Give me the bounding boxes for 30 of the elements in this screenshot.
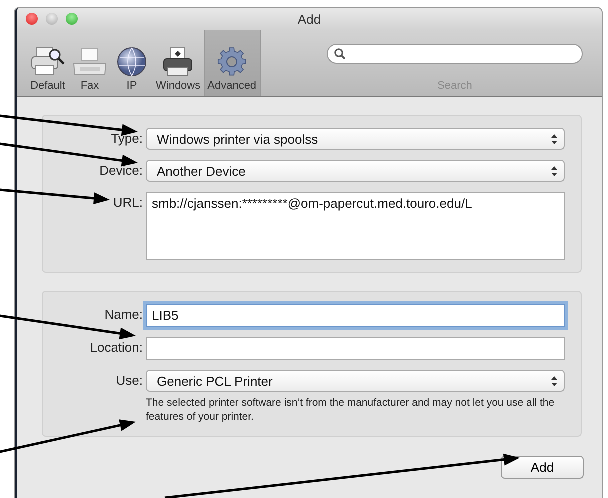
close-button[interactable] <box>26 13 38 25</box>
warning-text: The selected printer software isn’t from the manufacturer and may not let you use all the features of your printer. <box>146 396 556 424</box>
search-field[interactable] <box>327 44 583 64</box>
updown-icon <box>551 166 558 176</box>
minimize-button[interactable] <box>46 13 58 25</box>
window-title: Add <box>298 12 322 26</box>
text-field[interactable] <box>146 337 565 360</box>
url-field[interactable]: smb://cjanssen:*********@om-papercut.med.touro.edu/L <box>146 192 565 260</box>
toolbar-tab[interactable]: Advanced <box>204 30 261 96</box>
field-label: Use: <box>115 372 144 390</box>
text-field[interactable]: LIB5 <box>146 304 565 327</box>
popup-menu[interactable]: Another Device <box>146 160 565 182</box>
popup-menu[interactable]: Generic PCL Printer <box>146 370 565 392</box>
popup-menu[interactable]: Windows printer via spoolss <box>146 128 565 150</box>
add-button[interactable]: Add <box>501 456 584 479</box>
updown-icon <box>551 134 558 144</box>
toolbar-tab[interactable]: Fax <box>69 30 111 96</box>
field-label: URL: <box>112 194 144 212</box>
fax-icon <box>72 46 108 78</box>
toolbar-tab[interactable]: IP <box>111 30 153 96</box>
updown-icon <box>551 376 558 386</box>
field-label: Device: <box>98 162 144 180</box>
field-label: Location: <box>89 339 144 357</box>
toolbar-tab[interactable]: Default <box>27 30 69 96</box>
search-icon <box>334 48 346 60</box>
field-label: Type: <box>110 130 144 148</box>
toolbar-tab[interactable]: Windows <box>153 30 204 96</box>
printer-magnifier-icon <box>30 46 66 78</box>
zoom-button[interactable] <box>66 13 78 25</box>
field-label: Name: <box>104 306 144 324</box>
